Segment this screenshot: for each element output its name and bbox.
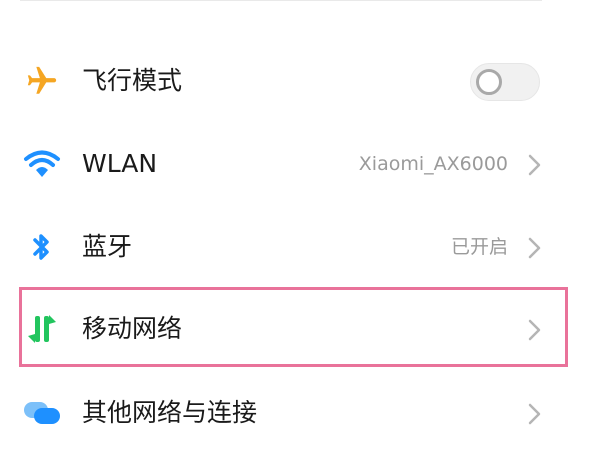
settings-row-wlan[interactable]: WLAN Xiaomi_AX6000 (0, 124, 600, 204)
toggle-knob (476, 69, 502, 95)
wifi-icon (22, 146, 62, 182)
cloud-connection-icon (22, 395, 62, 431)
divider (20, 0, 542, 1)
bluetooth-status: 已开启 (450, 236, 508, 258)
settings-row-airplane-mode[interactable]: 飞行模式 (0, 41, 600, 121)
bluetooth-icon (22, 229, 62, 265)
wlan-network-name: Xiaomi_AX6000 (358, 153, 508, 175)
settings-item-label: 蓝牙 (82, 232, 133, 261)
settings-item-label: WLAN (82, 149, 158, 178)
chevron-right-icon (528, 154, 541, 176)
settings-row-other-networks[interactable]: 其他网络与连接 (0, 373, 600, 450)
chevron-right-icon (528, 237, 541, 259)
settings-item-label: 飞行模式 (82, 66, 183, 95)
highlight-box (19, 287, 568, 367)
airplane-mode-toggle[interactable] (470, 63, 540, 101)
settings-item-label: 其他网络与连接 (82, 398, 258, 427)
airplane-icon (22, 63, 62, 99)
settings-row-bluetooth[interactable]: 蓝牙 已开启 (0, 207, 600, 287)
settings-screen: 飞行模式 WLAN Xiaomi_AX6000 蓝牙 已开启 移动网络 其他网络… (0, 0, 600, 450)
chevron-right-icon (528, 403, 541, 425)
